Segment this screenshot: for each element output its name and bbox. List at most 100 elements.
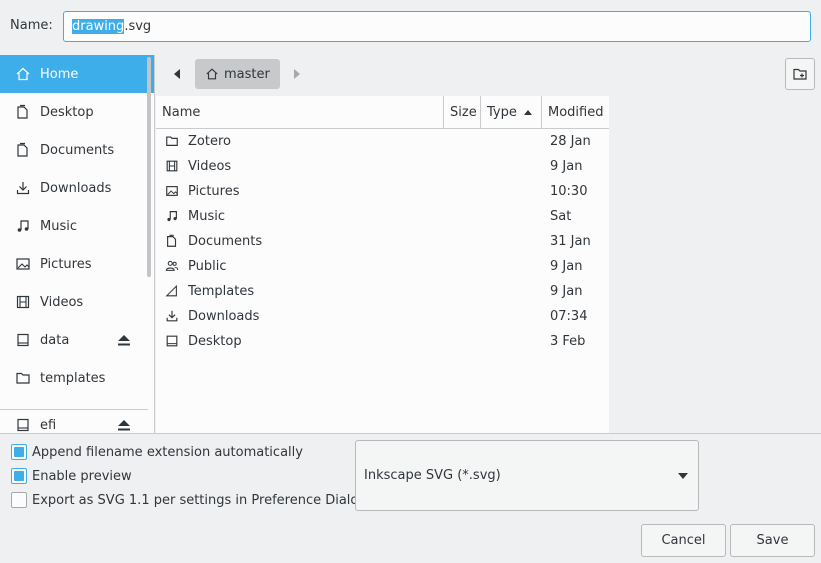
- sidebar-item-documents[interactable]: Documents: [0, 131, 154, 169]
- file-type-selected: Inkscape SVG (*.svg): [364, 468, 501, 483]
- option-label: Export as SVG 1.1 per settings in Prefer…: [32, 492, 371, 508]
- filename-selected-text: drawing: [72, 19, 125, 34]
- column-header-size[interactable]: Size: [444, 96, 481, 129]
- new-folder-button[interactable]: [785, 58, 815, 90]
- file-modified: 31 Jan: [550, 234, 591, 249]
- sidebar-item-data[interactable]: data: [0, 321, 154, 359]
- back-arrow-icon[interactable]: [170, 66, 184, 82]
- places-sidebar: Home Desktop Documents Downloads Music P…: [0, 55, 155, 433]
- music-icon: [17, 220, 29, 232]
- template-icon: [165, 284, 177, 297]
- sidebar-item-label: efi: [40, 417, 57, 433]
- list-item[interactable]: Documents 31 Jan: [156, 229, 609, 254]
- save-button[interactable]: Save: [730, 524, 815, 557]
- list-item[interactable]: Pictures 10:30: [156, 179, 609, 204]
- download-icon: [16, 182, 30, 195]
- sidebar-item-label: Desktop: [40, 104, 94, 120]
- home-icon: [16, 67, 30, 81]
- sidebar-item-label: Downloads: [40, 180, 112, 196]
- file-modified: 9 Jan: [550, 259, 583, 274]
- file-name: Public: [188, 259, 227, 274]
- file-name: Music: [188, 209, 225, 224]
- sidebar-item-downloads[interactable]: Downloads: [0, 169, 154, 207]
- chevron-down-icon: [678, 473, 688, 479]
- file-type-dropdown[interactable]: Inkscape SVG (*.svg): [355, 440, 699, 511]
- music-icon: [167, 211, 177, 222]
- file-name: Videos: [188, 159, 232, 174]
- picture-icon: [16, 258, 30, 270]
- file-list-empty-area: [609, 96, 821, 433]
- column-header-modified[interactable]: Modified: [542, 96, 609, 129]
- download-icon: [166, 310, 178, 322]
- sidebar-item-label: templates: [40, 370, 106, 386]
- folder-icon: [16, 372, 30, 384]
- export-svg11-checkbox[interactable]: [11, 492, 27, 508]
- folder-icon: [166, 136, 178, 146]
- list-item[interactable]: Desktop 3 Feb: [156, 329, 609, 354]
- option-label: Enable preview: [32, 468, 132, 484]
- append-extension-option[interactable]: Append filename extension automatically: [11, 443, 303, 461]
- sidebar-item-music[interactable]: Music: [0, 207, 154, 245]
- film-icon: [16, 295, 30, 309]
- film-icon: [166, 160, 178, 172]
- column-header-label: Name: [162, 104, 201, 120]
- sidebar-item-label: Music: [40, 218, 77, 234]
- sidebar-item-desktop[interactable]: Desktop: [0, 93, 154, 131]
- column-header-label: Size: [450, 104, 477, 120]
- documents-icon: [17, 104, 28, 119]
- sidebar-item-label: data: [40, 332, 70, 348]
- file-modified: 07:34: [550, 309, 588, 324]
- file-modified: 9 Jan: [550, 284, 583, 299]
- breadcrumb-label: master: [224, 66, 270, 82]
- forward-arrow-icon[interactable]: [290, 66, 304, 82]
- column-header-label: Modified: [548, 104, 604, 120]
- sidebar-item-label: Videos: [40, 294, 84, 310]
- sidebar-item-label: Documents: [40, 142, 115, 158]
- list-item[interactable]: Downloads 07:34: [156, 304, 609, 329]
- enable-preview-option[interactable]: Enable preview: [11, 467, 132, 485]
- export-svg11-option[interactable]: Export as SVG 1.1 per settings in Prefer…: [11, 491, 371, 509]
- breadcrumb-master[interactable]: master: [195, 59, 280, 89]
- column-header-type[interactable]: Type: [481, 96, 542, 129]
- file-modified: 9 Jan: [550, 159, 583, 174]
- sidebar-item-home[interactable]: Home: [0, 55, 154, 93]
- column-header-name[interactable]: Name: [156, 96, 444, 129]
- sidebar-item-templates[interactable]: templates: [0, 359, 154, 397]
- filename-input[interactable]: drawing .svg: [63, 11, 811, 42]
- list-item[interactable]: Templates 9 Jan: [156, 279, 609, 304]
- sidebar-item-pictures[interactable]: Pictures: [0, 245, 154, 283]
- list-item[interactable]: Zotero 28 Jan: [156, 129, 609, 154]
- name-label: Name:: [10, 18, 53, 33]
- file-name: Desktop: [188, 334, 242, 349]
- sort-ascending-icon: [523, 110, 532, 115]
- option-label: Append filename extension automatically: [32, 444, 303, 460]
- eject-icon[interactable]: [117, 333, 131, 347]
- documents-icon: [167, 234, 177, 247]
- file-name: Documents: [188, 234, 263, 249]
- list-item[interactable]: Videos 9 Jan: [156, 154, 609, 179]
- file-name: Templates: [188, 284, 255, 299]
- home-icon: [206, 68, 218, 80]
- drive-icon: [17, 333, 29, 347]
- append-extension-checkbox[interactable]: [11, 444, 27, 460]
- list-item[interactable]: Public 9 Jan: [156, 254, 609, 279]
- documents-icon: [17, 142, 28, 157]
- cancel-button[interactable]: Cancel: [641, 524, 726, 557]
- filename-extension-text: .svg: [124, 19, 152, 34]
- enable-preview-checkbox[interactable]: [11, 468, 27, 484]
- eject-icon[interactable]: [117, 418, 131, 432]
- file-list[interactable]: Name Size Type Modified Zotero 28 Jan Vi…: [156, 96, 609, 433]
- sidebar-item-videos[interactable]: Videos: [0, 283, 154, 321]
- bottom-divider: [0, 433, 821, 434]
- new-folder-icon: [793, 68, 807, 80]
- drive-icon: [17, 418, 29, 432]
- sidebar-item-label: Pictures: [40, 256, 92, 272]
- sidebar-item-efi[interactable]: efi: [0, 406, 154, 433]
- file-name: Downloads: [188, 309, 260, 324]
- file-modified: 28 Jan: [550, 134, 591, 149]
- file-modified: Sat: [550, 209, 572, 224]
- file-modified: 10:30: [550, 184, 588, 199]
- file-name: Zotero: [188, 134, 231, 149]
- sidebar-scrollbar[interactable]: [147, 57, 151, 277]
- list-item[interactable]: Music Sat: [156, 204, 609, 229]
